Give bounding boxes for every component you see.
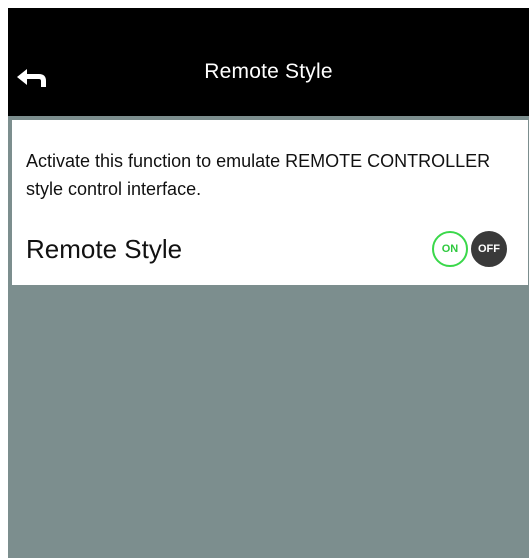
page-title: Remote Style xyxy=(204,60,333,83)
settings-panel: Activate this function to emulate REMOTE… xyxy=(12,120,528,285)
remote-style-label: Remote Style xyxy=(26,234,183,264)
top-bar: Remote Style xyxy=(8,8,529,116)
remote-style-toggle[interactable]: ON OFF xyxy=(432,231,507,267)
toggle-off-button[interactable]: OFF xyxy=(471,231,507,267)
setting-description: Activate this function to emulate REMOTE… xyxy=(26,151,491,199)
app-screen: Remote Style Activate this function to e… xyxy=(8,8,529,558)
toggle-on-button[interactable]: ON xyxy=(432,231,468,267)
